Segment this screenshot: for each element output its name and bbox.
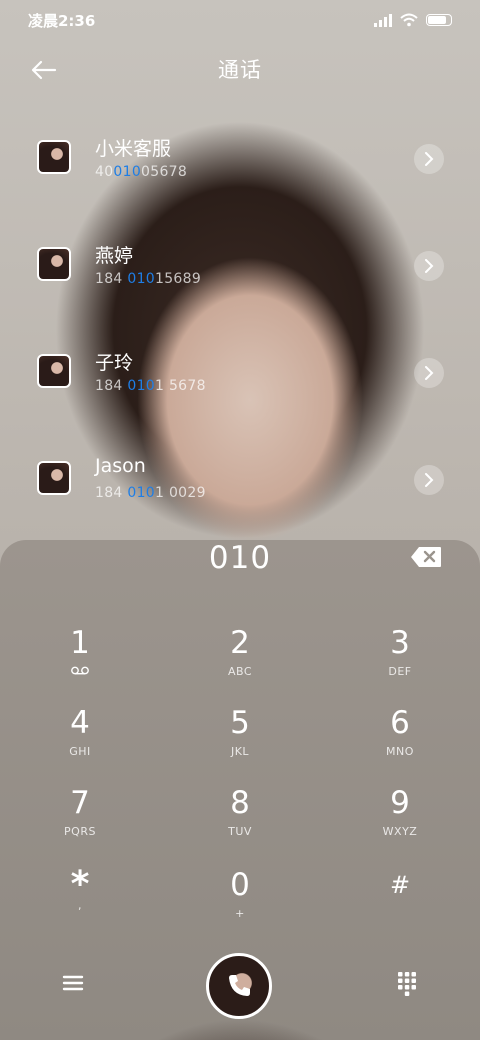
number-suffix: 15689 (155, 271, 202, 287)
chevron-right-icon (425, 366, 434, 380)
key-digit: 9 (390, 785, 410, 821)
contact-results-list: 小米客服 4001005678 燕婷 184 01015689 子玲 184 0… (0, 104, 480, 532)
contact-number: 184 0101 0029 (95, 485, 206, 501)
dialed-number[interactable]: 010 (0, 540, 480, 576)
key-letters: MNO (386, 745, 414, 758)
key-3[interactable]: 3 DEF (345, 625, 455, 695)
key-digit: 4 (70, 705, 90, 741)
key-digit: 0 (230, 867, 250, 903)
contact-detail-button[interactable] (414, 144, 444, 174)
contact-number: 4001005678 (95, 164, 187, 180)
key-hash[interactable]: # (345, 867, 455, 937)
delete-button[interactable] (410, 546, 442, 568)
key-digit: 6 (390, 705, 410, 741)
key-letters: TUV (228, 825, 252, 838)
key-0[interactable]: 0 + (185, 867, 295, 937)
status-icons (374, 13, 452, 27)
menu-icon (62, 975, 84, 991)
contact-row-3[interactable]: 子玲 184 0101 5678 (0, 318, 480, 425)
dial-input-area: 010 (0, 538, 480, 582)
key-7[interactable]: 7 PQRS (25, 785, 135, 855)
contact-row-2[interactable]: 燕婷 184 01015689 (0, 211, 480, 318)
key-letters: ABC (227, 665, 253, 678)
key-digit: 3 (390, 625, 410, 661)
key-letters: PQRS (64, 825, 96, 838)
key-letters: JKL (230, 745, 250, 758)
key-letters: GHI (69, 745, 91, 758)
number-prefix: 184 (95, 271, 128, 287)
status-time: 凌晨2:36 (28, 11, 96, 30)
key-digit: 1 (70, 625, 90, 661)
key-9[interactable]: 9 WXYZ (345, 785, 455, 855)
signal-icon (374, 13, 392, 27)
number-suffix: 05678 (141, 164, 188, 180)
status-bar: 凌晨2:36 (0, 0, 480, 40)
number-prefix: 184 (95, 485, 128, 501)
voicemail-icon (25, 665, 135, 678)
key-letters: + (235, 907, 245, 920)
number-match-highlight: 010 (127, 271, 155, 287)
contact-number: 184 0101 5678 (95, 378, 206, 394)
battery-icon (426, 14, 452, 26)
number-prefix: 184 (95, 378, 128, 394)
number-suffix: 1 5678 (155, 378, 206, 394)
key-1[interactable]: 1 (25, 625, 135, 695)
backspace-icon (411, 547, 441, 567)
key-digit: * (70, 864, 90, 905)
avatar (37, 354, 71, 388)
key-letters: WXYZ (382, 825, 418, 838)
contact-number: 184 01015689 (95, 271, 201, 287)
contact-detail-button[interactable] (414, 358, 444, 388)
key-digit: # (389, 871, 411, 899)
key-digit: 8 (230, 785, 250, 821)
header: 通话 (0, 40, 480, 102)
page-title: 通话 (218, 58, 262, 82)
contact-name: 小米客服 (95, 138, 172, 160)
avatar (37, 140, 71, 174)
wifi-icon (400, 13, 418, 27)
key-6[interactable]: 6 MNO (345, 705, 455, 775)
contact-name: 燕婷 (95, 245, 134, 267)
number-prefix: 40 (95, 164, 114, 180)
key-8[interactable]: 8 TUV (185, 785, 295, 855)
call-button[interactable] (206, 953, 272, 1019)
key-digit: 2 (230, 625, 250, 661)
phone-icon (229, 975, 250, 996)
key-star[interactable]: * , (25, 867, 135, 937)
key-5[interactable]: 5 JKL (185, 705, 295, 775)
number-suffix: 1 0029 (155, 485, 206, 501)
key-letters: , (78, 899, 82, 912)
contact-name: 子玲 (95, 352, 134, 374)
contact-row-1[interactable]: 小米客服 4001005678 (0, 104, 480, 211)
key-2[interactable]: 2 ABC (185, 625, 295, 695)
number-match-highlight: 010 (127, 378, 155, 394)
number-match-highlight: 010 (113, 164, 142, 180)
number-match-highlight: 010 (127, 485, 155, 501)
dialpad-toggle-button[interactable] (392, 966, 422, 998)
chevron-right-icon (425, 259, 434, 273)
menu-button[interactable] (58, 968, 88, 998)
contact-row-4[interactable]: Jason 184 0101 0029 (0, 425, 480, 532)
avatar (37, 247, 71, 281)
contact-detail-button[interactable] (414, 251, 444, 281)
contact-name: Jason (95, 455, 146, 477)
chevron-right-icon (425, 152, 434, 166)
dialpad-icon (398, 972, 416, 996)
chevron-right-icon (425, 473, 434, 487)
key-digit: 5 (230, 705, 250, 741)
avatar (37, 461, 71, 495)
key-letters: DEF (388, 665, 412, 678)
contact-detail-button[interactable] (414, 465, 444, 495)
key-digit: 7 (70, 785, 90, 821)
key-4[interactable]: 4 GHI (25, 705, 135, 775)
